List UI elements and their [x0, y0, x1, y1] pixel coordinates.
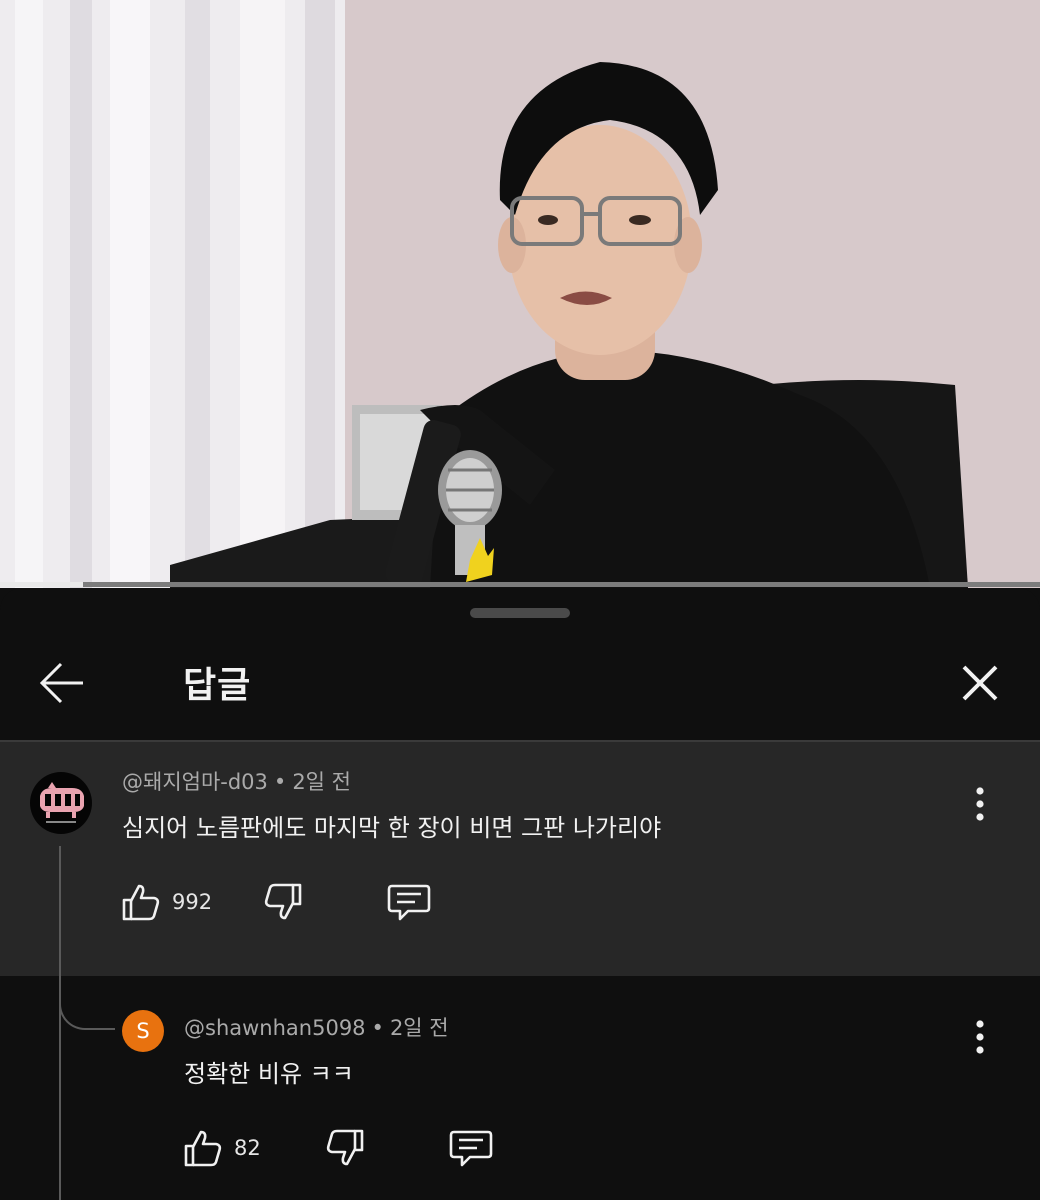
reply-meta: @shawnhan5098 • 2일 전 — [184, 1012, 449, 1042]
like-count: 992 — [172, 890, 213, 914]
thread-line — [59, 846, 61, 1200]
thumbs-down-icon — [264, 883, 302, 920]
like-button[interactable]: 992 — [120, 876, 212, 928]
video-frame — [0, 0, 1040, 588]
comment-icon — [387, 884, 431, 921]
more-options-button[interactable] — [960, 1013, 1000, 1061]
reply-time: 2일 전 — [389, 1016, 449, 1040]
more-options-button[interactable] — [960, 780, 1000, 828]
comment-icon — [449, 1130, 493, 1167]
thumbs-up-icon — [122, 884, 160, 921]
thumbs-down-icon — [326, 1129, 364, 1166]
avatar[interactable] — [30, 772, 92, 834]
back-button[interactable] — [24, 653, 100, 713]
parent-comment: @돼지엄마-d03 • 2일 전 심지어 노름판에도 마지막 한 장이 비면 그판 … — [0, 742, 1040, 976]
thread-connector — [59, 976, 115, 1030]
reply-author[interactable]: @shawnhan5098 — [184, 1016, 366, 1040]
meta-separator: • — [273, 770, 287, 794]
kebab-icon — [976, 787, 984, 821]
comment-actions: 992 — [120, 876, 440, 928]
meta-separator: • — [371, 1016, 384, 1040]
close-icon — [962, 665, 998, 701]
avatar[interactable]: S — [122, 1010, 164, 1052]
dislike-button[interactable] — [262, 876, 304, 928]
panel-header: 답글 — [0, 628, 1040, 740]
pig-logo-icon — [40, 782, 84, 823]
replies-panel: 답글 @돼지엄마-d03 • 2일 전 심지어 노름판에도 마지막 한 장이 비… — [0, 588, 1040, 1200]
comment-text: 심지어 노름판에도 마지막 한 장이 비면 그판 나가리야 — [122, 814, 662, 842]
reply-actions: 82 — [182, 1122, 502, 1174]
kebab-icon — [976, 1020, 984, 1054]
thumbs-up-icon — [184, 1130, 222, 1167]
video-progress-fill — [0, 582, 84, 587]
comment-meta: @돼지엄마-d03 • 2일 전 — [122, 766, 351, 796]
video-player[interactable] — [0, 0, 1040, 588]
dislike-button[interactable] — [324, 1122, 366, 1174]
arrow-left-icon — [39, 662, 83, 704]
close-button[interactable] — [944, 653, 1016, 713]
drag-handle[interactable] — [470, 608, 570, 618]
comment-time: 2일 전 — [292, 770, 351, 794]
reply-button[interactable] — [386, 876, 432, 928]
like-count: 82 — [234, 1136, 261, 1160]
reply-text: 정확한 비유 ㅋㅋ — [184, 1060, 354, 1088]
like-button[interactable]: 82 — [182, 1122, 261, 1174]
video-progress-bar[interactable] — [0, 582, 1040, 587]
panel-title: 답글 — [183, 665, 252, 706]
reply-button[interactable] — [448, 1122, 494, 1174]
comment-author[interactable]: @돼지엄마-d03 — [122, 770, 268, 794]
